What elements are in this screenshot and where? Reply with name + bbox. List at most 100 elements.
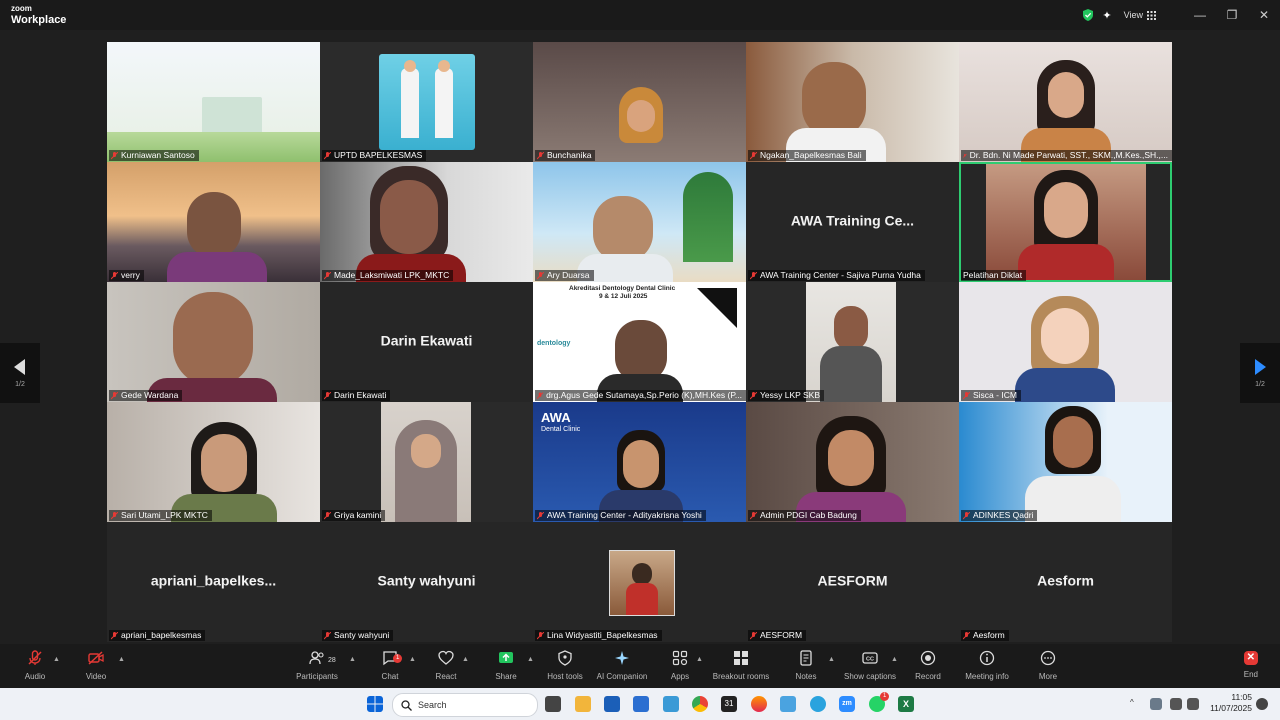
task-view-icon[interactable]	[545, 696, 561, 712]
video-options-caret[interactable]: ▲	[118, 656, 125, 663]
notes-button[interactable]: Notes	[776, 650, 836, 681]
chevron-left-icon	[14, 358, 25, 375]
chat-options-caret[interactable]: ▲	[409, 656, 416, 663]
participant-name: Darin Ekawati	[322, 390, 391, 401]
participant-tile[interactable]: Made_Laksmiwati LPK_MKTC	[320, 162, 533, 282]
restore-button[interactable]: ❐	[1216, 8, 1248, 22]
taskbar-search[interactable]: Search	[392, 693, 538, 717]
host-tools-button[interactable]: Host tools	[535, 650, 595, 681]
participant-tile[interactable]: Lina Widyastiti_Bapelkesmas	[533, 522, 746, 642]
calculator-icon[interactable]	[663, 696, 679, 712]
notes-options-caret[interactable]: ▲	[828, 656, 835, 663]
mic-muted-icon	[111, 631, 118, 639]
participant-tile[interactable]: Bunchanika	[533, 42, 746, 162]
file-explorer-icon[interactable]	[575, 696, 591, 712]
logo-line1: zoom	[11, 4, 32, 13]
participant-tile[interactable]: Kurniawan Santoso	[107, 42, 320, 162]
shield-icon[interactable]	[1082, 9, 1094, 21]
mic-muted-icon	[537, 631, 544, 639]
view-button[interactable]: View	[1124, 10, 1143, 20]
participant-tile[interactable]: ADINKES Qadri	[959, 402, 1172, 522]
record-button[interactable]: Record	[898, 650, 958, 681]
video-frame	[380, 180, 438, 254]
participant-tile[interactable]: UPTD BAPELKESMAS	[320, 42, 533, 162]
participant-tile[interactable]: AWA Dental Clinic AWA Training Center - …	[533, 402, 746, 522]
react-options-caret[interactable]: ▲	[462, 656, 469, 663]
audio-button[interactable]: Audio	[5, 650, 65, 681]
participant-tile[interactable]: apriani_bapelkes... apriani_bapelkesmas	[107, 522, 320, 642]
screen-tool-icon[interactable]	[780, 696, 796, 712]
more-button[interactable]: More	[1018, 650, 1078, 681]
participants-options-caret[interactable]: ▲	[349, 656, 356, 663]
participant-tile[interactable]: Yessy LKP SKB	[746, 282, 959, 402]
share-options-caret[interactable]: ▲	[527, 656, 534, 663]
windows-start-icon[interactable]	[367, 696, 383, 712]
participant-tile[interactable]: Sari Utami_LPK MKTC	[107, 402, 320, 522]
network-tray-icon[interactable]	[1150, 698, 1162, 710]
participant-display-name: Santy wahyuni	[377, 572, 476, 589]
video-off-icon	[88, 651, 104, 665]
excel-icon[interactable]: X	[898, 696, 914, 712]
participant-tile[interactable]: Gede Wardana	[107, 282, 320, 402]
video-frame	[828, 430, 874, 486]
mic-muted-icon	[111, 391, 118, 399]
store-icon[interactable]	[604, 696, 620, 712]
zoom-logo: zoom Workplace	[11, 4, 66, 26]
close-button[interactable]: ✕	[1248, 8, 1280, 22]
participant-tile[interactable]: Darin Ekawati Darin Ekawati	[320, 282, 533, 402]
sparkle-icon[interactable]: ✦	[1102, 9, 1111, 22]
tray-chevron-icon[interactable]: ^	[1130, 698, 1134, 707]
participant-tile-active-speaker[interactable]: Pelatihan Diklat	[959, 162, 1172, 282]
mic-muted-icon	[537, 511, 544, 519]
mic-muted-icon	[111, 271, 118, 279]
participant-tile[interactable]: Sisca - ICM	[959, 282, 1172, 402]
participant-tile[interactable]: Ary Duarsa	[533, 162, 746, 282]
captions-options-caret[interactable]: ▲	[891, 656, 898, 663]
ai-companion-button[interactable]: AI Companion	[592, 650, 652, 681]
participant-tile[interactable]: Ngakan_Bapelkesmas Bali	[746, 42, 959, 162]
prev-page-button[interactable]: 1/2	[0, 343, 40, 403]
share-button[interactable]: Share	[476, 650, 536, 681]
show-captions-button[interactable]: CC Show captions	[840, 650, 900, 681]
telegram-icon[interactable]	[810, 696, 826, 712]
participant-tile[interactable]: AESFORM AESFORM	[746, 522, 959, 642]
notifications-icon[interactable]	[1256, 698, 1268, 710]
participant-tile[interactable]: verry	[107, 162, 320, 282]
next-page-button[interactable]: 1/2	[1240, 343, 1280, 403]
participant-tile[interactable]: Santy wahyuni Santy wahyuni	[320, 522, 533, 642]
apps-button[interactable]: Apps	[650, 650, 710, 681]
participants-button[interactable]: Participants	[287, 650, 347, 681]
mic-muted-icon	[111, 511, 118, 519]
participants-icon	[309, 651, 324, 665]
calendar-icon[interactable]: 31	[721, 696, 737, 712]
breakout-rooms-button[interactable]: Breakout rooms	[711, 650, 771, 681]
participant-tile[interactable]: Griya kamini	[320, 402, 533, 522]
end-meeting-button[interactable]: ✕ End	[1244, 651, 1258, 679]
firefox-icon[interactable]	[751, 696, 767, 712]
taskbar-clock[interactable]: 11:05 11/07/2025	[1210, 692, 1252, 714]
participant-display-name: AWA Training Ce...	[790, 212, 915, 229]
video-grid: Kurniawan Santoso UPTD BAPELKESMAS Bunch…	[107, 42, 1173, 642]
participant-tile[interactable]: Dr. Bdn. Ni Made Parwati, SST., SKM.,M.K…	[959, 42, 1172, 162]
video-frame	[167, 252, 267, 282]
participant-tile[interactable]: Admin PDGI Cab Badung	[746, 402, 959, 522]
mic-muted-icon	[963, 153, 967, 158]
participant-tile[interactable]: AWA Training Ce... AWA Training Center -…	[746, 162, 959, 282]
volume-icon[interactable]	[1187, 698, 1199, 710]
wifi-icon[interactable]	[1170, 698, 1182, 710]
chrome-icon[interactable]	[692, 696, 708, 712]
participant-display-name: apriani_bapelkes...	[150, 572, 277, 589]
grid-view-icon[interactable]	[1147, 10, 1156, 20]
react-button[interactable]: React	[416, 650, 476, 681]
video-button[interactable]: Video	[66, 650, 126, 681]
participant-tile[interactable]: Aesform Aesform	[959, 522, 1172, 642]
chat-button[interactable]: Chat	[360, 650, 420, 681]
audio-options-caret[interactable]: ▲	[53, 656, 60, 663]
participant-tile[interactable]: Akreditasi Dentology Dental Clinic 9 & 1…	[533, 282, 746, 402]
participant-name: AWA Training Center - Adityakrisna Yoshi	[535, 510, 706, 521]
meeting-info-button[interactable]: Meeting info	[957, 650, 1017, 681]
apps-options-caret[interactable]: ▲	[696, 656, 703, 663]
notes-app-icon[interactable]	[633, 696, 649, 712]
zoom-app-icon[interactable]: zm	[839, 696, 855, 712]
minimize-button[interactable]: —	[1184, 8, 1216, 22]
